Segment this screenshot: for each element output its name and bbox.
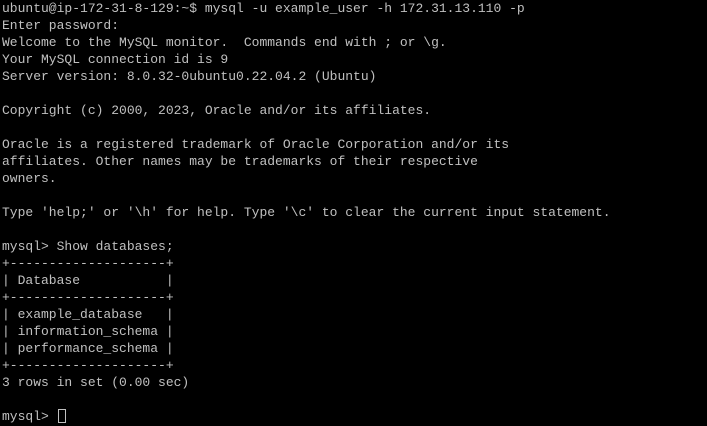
table-border: +--------------------+ — [2, 358, 174, 373]
text-cursor[interactable] — [57, 409, 66, 423]
table-border: +--------------------+ — [2, 256, 174, 271]
mysql-prompt: mysql> — [2, 409, 57, 424]
terminal-line: mysql> Show databases; — [2, 239, 174, 254]
terminal-line: Server version: 8.0.32-0ubuntu0.22.04.2 … — [2, 69, 377, 84]
terminal-line: ubuntu@ip-172-31-8-129:~$ mysql -u examp… — [2, 1, 525, 16]
table-row: | performance_schema | — [2, 341, 174, 356]
terminal-line: Your MySQL connection id is 9 — [2, 52, 229, 67]
terminal-line: Oracle is a registered trademark of Orac… — [2, 137, 510, 152]
terminal-line: affiliates. Other names may be trademark… — [2, 154, 478, 169]
terminal-line: Enter password: — [2, 18, 120, 33]
table-header: | Database | — [2, 273, 174, 288]
terminal-window[interactable]: ubuntu@ip-172-31-8-129:~$ mysql -u examp… — [0, 0, 707, 426]
terminal-line: Type 'help;' or '\h' for help. Type '\c'… — [2, 205, 611, 220]
table-row: | information_schema | — [2, 324, 174, 339]
terminal-line: 3 rows in set (0.00 sec) — [2, 375, 190, 390]
table-border: +--------------------+ — [2, 290, 174, 305]
command-input-line[interactable]: mysql> — [2, 408, 707, 425]
terminal-line: owners. — [2, 171, 57, 186]
table-row: | example_database | — [2, 307, 174, 322]
terminal-line: Welcome to the MySQL monitor. Commands e… — [2, 35, 447, 50]
terminal-line: Copyright (c) 2000, 2023, Oracle and/or … — [2, 103, 432, 118]
